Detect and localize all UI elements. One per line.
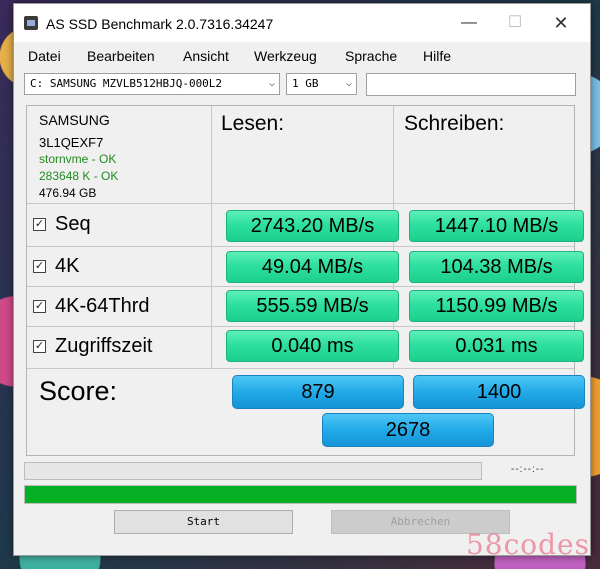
grid-divider bbox=[27, 286, 574, 287]
menu-ansicht[interactable]: Ansicht bbox=[183, 48, 229, 64]
4k-64thrd-label: 4K-64Thrd bbox=[55, 295, 150, 317]
elapsed-time: --:--:-- bbox=[511, 464, 545, 475]
drive-firmware: 3L1QEXF7 bbox=[39, 135, 104, 150]
access-time-checkbox[interactable]: ✓ bbox=[33, 340, 46, 353]
watermark: 58codes bbox=[465, 528, 590, 561]
4k-label: 4K bbox=[55, 255, 80, 277]
read-score: 879 bbox=[232, 375, 404, 409]
seq-read-result: 2743.20 MB/s bbox=[226, 210, 399, 242]
menu-bearbeiten[interactable]: Bearbeiten bbox=[87, 48, 155, 64]
drive-vendor-text: SAMSUNG bbox=[39, 112, 110, 128]
score-label: Score: bbox=[39, 376, 118, 406]
close-button[interactable]: ✕ bbox=[538, 10, 584, 36]
4k-64thrd-read-result: 555.59 MB/s bbox=[226, 290, 399, 322]
4k-write-result: 104.38 MB/s bbox=[409, 251, 584, 283]
test-size-value: 1 GB bbox=[292, 77, 319, 90]
total-score: 2678 bbox=[322, 413, 494, 447]
seq-label: Seq bbox=[55, 213, 91, 235]
app-window: AS SSD Benchmark 2.0.7316.34247 — ☐ ✕ Da… bbox=[13, 3, 591, 556]
drive-capacity: 476.94 GB bbox=[39, 186, 97, 200]
title-bar[interactable]: AS SSD Benchmark 2.0.7316.34247 — ☐ ✕ bbox=[14, 4, 590, 42]
chevron-down-icon: ⌵ bbox=[345, 78, 352, 89]
overall-progress-bar bbox=[24, 485, 577, 504]
minimize-button[interactable]: — bbox=[446, 10, 492, 36]
driver-status: stornvme - OK bbox=[39, 152, 117, 166]
grid-divider bbox=[27, 326, 574, 327]
test-row-access-time[interactable]: ✓ Zugriffszeit bbox=[33, 335, 152, 358]
4k-64thrd-write-result: 1150.99 MB/s bbox=[409, 290, 584, 322]
test-size-select[interactable]: 1 GB ⌵ bbox=[286, 73, 357, 95]
menu-werkzeug[interactable]: Werkzeug bbox=[254, 48, 317, 64]
results-grid: SAMSUNG 3L1QEXF7 stornvme - OK 283648 K … bbox=[26, 105, 585, 456]
menu-bar: Datei Bearbeiten Ansicht Werkzeug Sprach… bbox=[14, 42, 590, 68]
test-progress-bar bbox=[24, 462, 482, 480]
path-input[interactable] bbox=[366, 73, 576, 96]
write-column-header: Schreiben: bbox=[404, 112, 505, 135]
access-time-write-result: 0.031 ms bbox=[409, 330, 584, 362]
drive-select[interactable]: C: SAMSUNG MZVLB512HBJQ-000L2 ⌵ bbox=[24, 73, 280, 95]
progress-fill bbox=[25, 486, 576, 503]
seq-checkbox[interactable]: ✓ bbox=[33, 218, 46, 231]
drive-select-value: C: SAMSUNG MZVLB512HBJQ-000L2 bbox=[30, 77, 223, 90]
read-column-header: Lesen: bbox=[221, 112, 285, 135]
grid-divider bbox=[27, 203, 574, 204]
access-time-read-result: 0.040 ms bbox=[226, 330, 399, 362]
drive-vendor: SAMSUNG bbox=[39, 112, 110, 128]
window-title: AS SSD Benchmark 2.0.7316.34247 bbox=[46, 16, 274, 32]
app-drive-icon bbox=[24, 16, 38, 30]
write-score: 1400 bbox=[413, 375, 585, 409]
menu-sprache[interactable]: Sprache bbox=[345, 48, 397, 64]
grid-divider bbox=[211, 106, 212, 368]
test-row-4k-64thrd[interactable]: ✓ 4K-64Thrd bbox=[33, 295, 150, 318]
test-row-seq[interactable]: ✓ Seq bbox=[33, 213, 91, 236]
maximize-button[interactable]: ☐ bbox=[492, 10, 538, 36]
access-time-label: Zugriffszeit bbox=[55, 335, 153, 357]
seq-write-result: 1447.10 MB/s bbox=[409, 210, 584, 242]
start-button[interactable]: Start bbox=[114, 510, 293, 534]
4k-checkbox[interactable]: ✓ bbox=[33, 260, 46, 273]
chevron-down-icon: ⌵ bbox=[268, 78, 275, 89]
menu-datei[interactable]: Datei bbox=[28, 48, 61, 64]
grid-divider bbox=[27, 246, 574, 247]
alignment-status: 283648 K - OK bbox=[39, 169, 119, 183]
4k-read-result: 49.04 MB/s bbox=[226, 251, 399, 283]
test-row-4k[interactable]: ✓ 4K bbox=[33, 255, 79, 278]
menu-hilfe[interactable]: Hilfe bbox=[423, 48, 451, 64]
4k-64thrd-checkbox[interactable]: ✓ bbox=[33, 300, 46, 313]
grid-divider bbox=[27, 368, 574, 369]
